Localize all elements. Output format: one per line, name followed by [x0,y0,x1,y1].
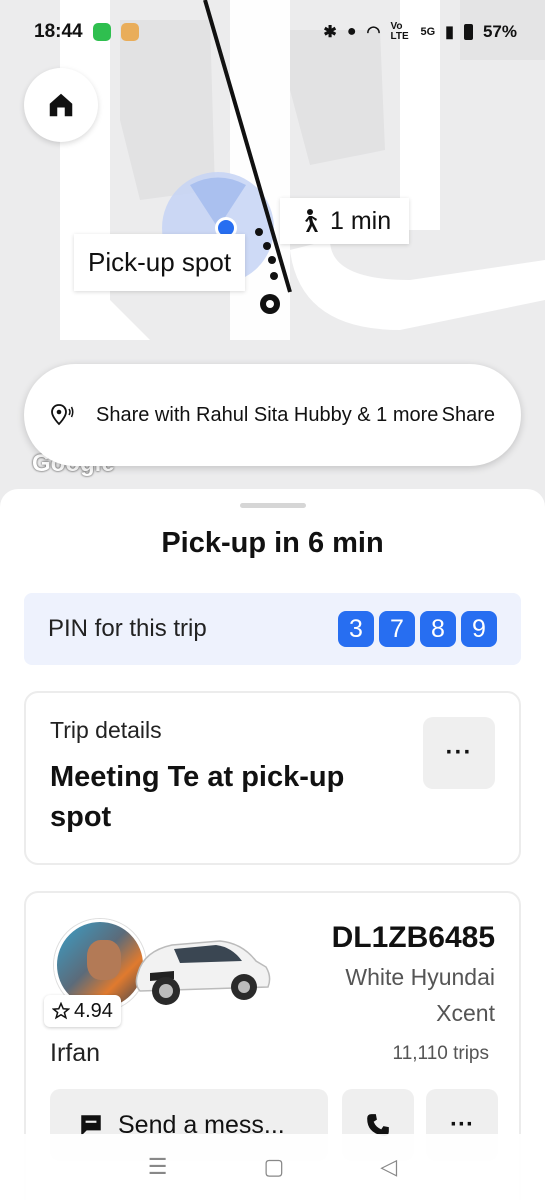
walking-person-icon [305,209,318,232]
location-icon: ● [346,23,357,40]
share-description: Share with Rahul Sita Hubby & 1 more [96,403,439,426]
trip-sheet: Pick-up in 6 min PIN for this trip 3 7 8… [0,489,545,1200]
pin-digit: 9 [461,611,497,647]
pin-digit: 8 [420,611,456,647]
walk-time-text: 1 min [330,206,392,235]
battery-icon [463,24,473,40]
sheet-drag-handle[interactable] [240,503,306,508]
driver-rating: 4.94 [44,995,121,1027]
location-share-icon [51,404,74,426]
trip-more-button[interactable]: ··· [423,717,495,789]
home-nav-icon[interactable]: ▢ [264,1154,285,1180]
status-time: 18:44 [34,21,83,42]
battery-level: 57% [482,22,517,41]
star-icon [52,1002,70,1020]
status-bar: 18:44 ✱ ● ◠ Vo LTE 5G ▮ 57% [0,0,545,64]
driver-trip-count: 11,110 trips [392,1043,489,1064]
pin-digits: 3 7 8 9 [338,611,497,647]
signal-label: 5G [420,26,436,38]
home-icon [49,93,73,117]
avatar-face [87,940,121,980]
car-model: White Hyundai Xcent [345,964,495,1026]
driver-name: Irfan [50,1039,101,1067]
bluetooth-icon: ✱ [323,24,337,41]
rating-value: 4.94 [74,999,113,1022]
car-image [135,940,271,1005]
wifi-icon: ◠ [366,24,381,41]
share-button[interactable]: Share [442,404,495,427]
share-trip-bar[interactable]: Share with Rahul Sita Hubby & 1 more Sha… [24,364,521,466]
system-nav-bar: ☰ ▢ ◁ [0,1134,545,1200]
recent-apps-icon[interactable]: ☰ [148,1154,168,1180]
trip-details-label: Trip details [50,717,162,743]
back-icon[interactable]: ◁ [380,1154,397,1180]
pin-digit: 3 [338,611,374,647]
trip-status-text: Meeting Te at pick-up spot [50,761,345,833]
trip-pin-row: PIN for this trip 3 7 8 9 [24,593,521,665]
license-plate: DL1ZB6485 [331,921,495,954]
pickup-spot-label: Pick-up spot [74,234,246,291]
trip-details-card: Trip details Meeting Te at pick-up spot … [24,691,521,865]
pin-label: PIN for this trip [48,615,207,642]
pickup-eta-title: Pick-up in 6 min [161,527,384,559]
whatsapp-icon [92,23,111,41]
home-button[interactable] [24,68,98,142]
amazon-icon [120,23,139,41]
walk-time-bubble: 1 min [280,198,410,244]
signal-icon: ▮ [445,24,454,41]
volte-label: Vo LTE [390,21,409,42]
pin-digit: 7 [379,611,415,647]
